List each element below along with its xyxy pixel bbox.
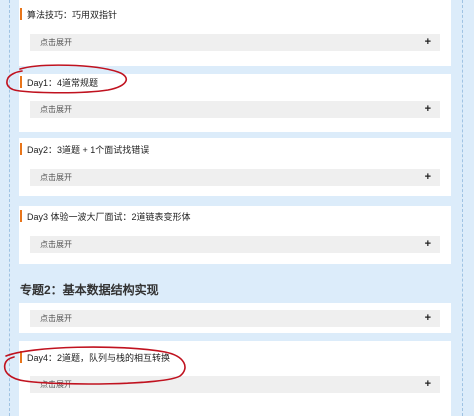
expand-toggle[interactable]: 点击展开 + <box>30 376 440 393</box>
plus-icon: + <box>424 103 431 115</box>
section-title-text: Day3 体验一波大厂面试：2道链表变形体 <box>27 211 191 222</box>
expand-label: 点击展开 <box>40 38 72 47</box>
plus-icon: + <box>424 378 431 390</box>
section-accent-bar <box>20 351 22 363</box>
section-title: Day2：3道题 + 1个面试找错误 <box>20 142 149 156</box>
plus-icon: + <box>424 238 431 250</box>
section-title: Day4：2道题，队列与栈的相互转换 <box>20 350 170 364</box>
section-title-text: Day4：2道题，队列与栈的相互转换 <box>27 352 171 363</box>
left-guide-line <box>9 0 10 416</box>
section-title-text: 算法技巧：巧用双指针 <box>27 9 118 20</box>
section-title: 算法技巧：巧用双指针 <box>20 7 117 21</box>
section-title: Day3 体验一波大厂面试：2道链表变形体 <box>20 209 191 223</box>
section-title: Day1：4道常规题 <box>20 75 98 89</box>
section-title-text: Day1：4道常规题 <box>27 77 99 88</box>
expand-label: 点击展开 <box>40 380 72 389</box>
expand-label: 点击展开 <box>40 173 72 182</box>
expand-label: 点击展开 <box>40 105 72 114</box>
expand-toggle[interactable]: 点击展开 + <box>30 169 440 186</box>
right-guide-line <box>462 0 463 416</box>
course-outline-page: 算法技巧：巧用双指针 点击展开 + Day1：4道常规题 点击展开 + Day2… <box>0 0 474 416</box>
expand-toggle[interactable]: 点击展开 + <box>30 34 440 51</box>
expand-toggle[interactable]: 点击展开 + <box>30 236 440 253</box>
section-accent-bar <box>20 8 22 20</box>
section-accent-bar <box>20 143 22 155</box>
plus-icon: + <box>424 171 431 183</box>
section-accent-bar <box>20 76 22 88</box>
expand-label: 点击展开 <box>40 314 72 323</box>
plus-icon: + <box>424 312 431 324</box>
section-title-text: Day2：3道题 + 1个面试找错误 <box>27 144 150 155</box>
expand-toggle[interactable]: 点击展开 + <box>30 310 440 327</box>
plus-icon: + <box>424 36 431 48</box>
topic-heading: 专题2：基本数据结构实现 <box>20 283 159 297</box>
expand-toggle[interactable]: 点击展开 + <box>30 101 440 118</box>
section-accent-bar <box>20 210 22 222</box>
expand-label: 点击展开 <box>40 240 72 249</box>
